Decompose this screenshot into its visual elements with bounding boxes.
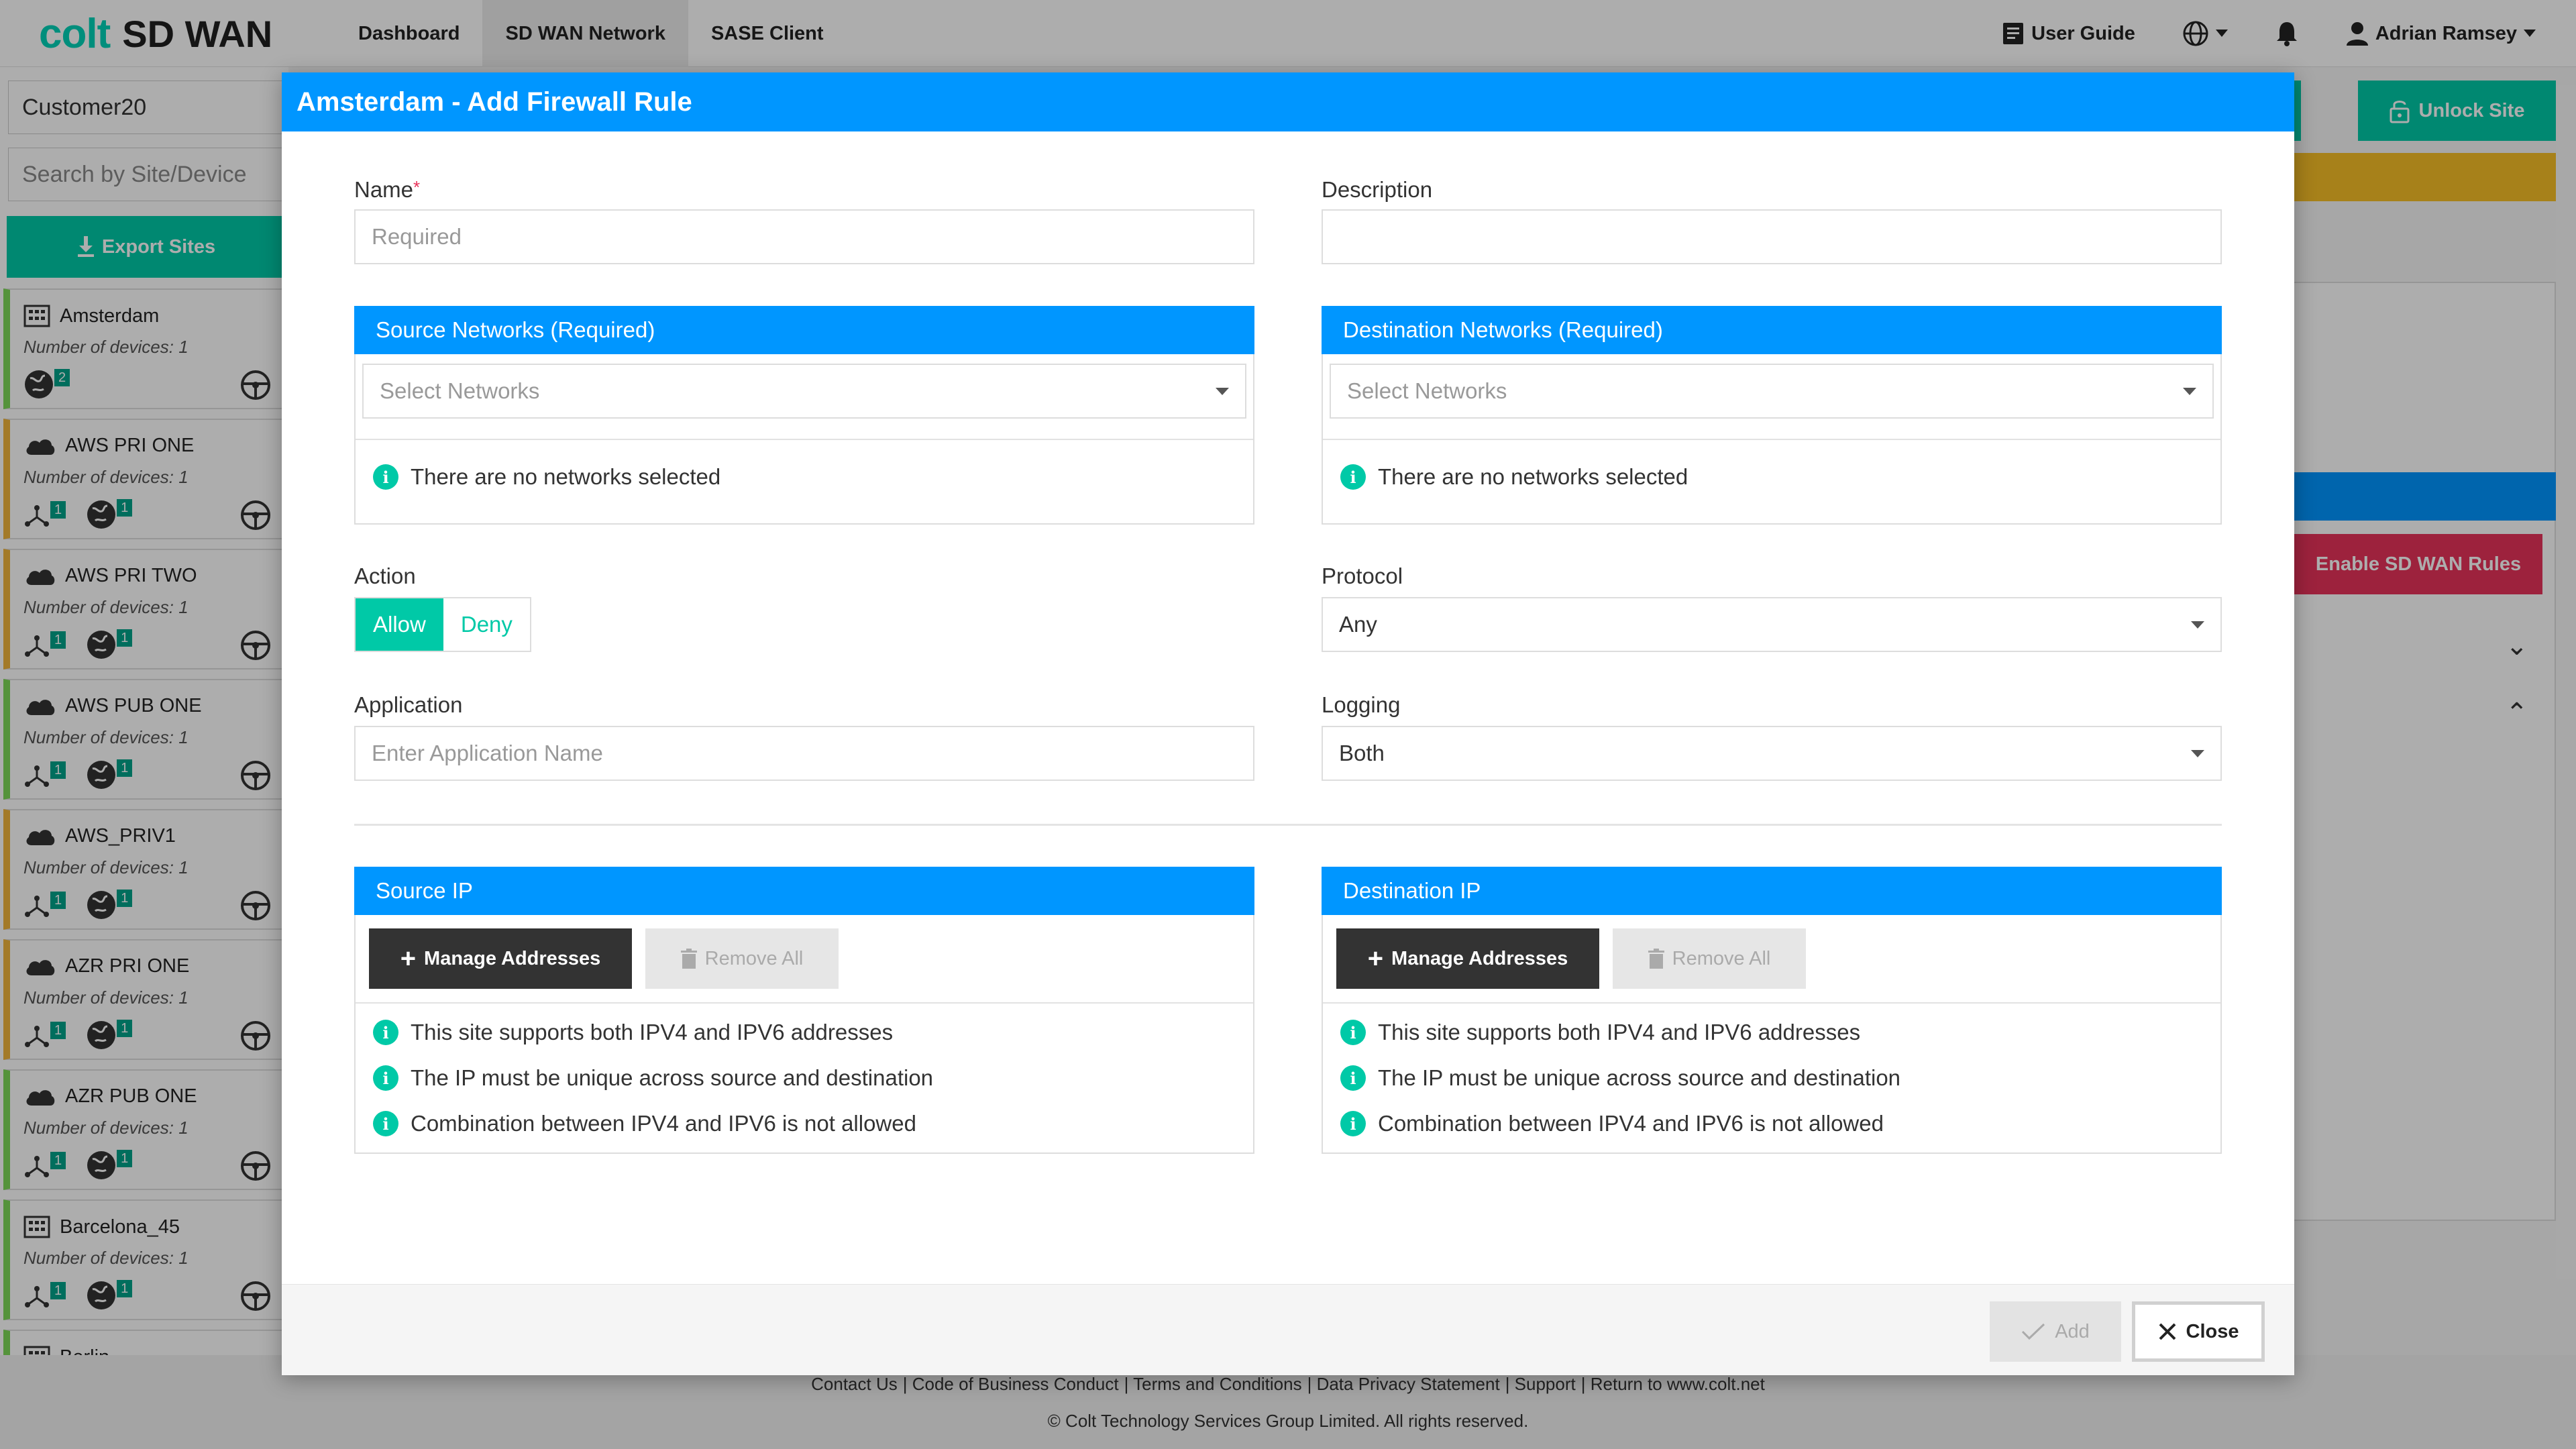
chevron-down-icon — [2191, 621, 2204, 629]
info-icon: i — [1340, 1020, 1366, 1045]
source-manage-addresses-button[interactable]: + Manage Addresses — [369, 928, 632, 989]
name-input[interactable]: Required — [354, 209, 1254, 264]
source-remove-all-label: Remove All — [704, 947, 804, 969]
info-icon: i — [373, 1020, 398, 1045]
source-ip-note: i The IP must be unique across source an… — [373, 1065, 933, 1091]
source-networks-empty-message: i There are no networks selected — [373, 464, 720, 490]
section-divider — [354, 824, 2222, 826]
trash-icon — [680, 949, 697, 969]
source-ip-note-text: The IP must be unique across source and … — [411, 1065, 934, 1090]
source-ip-note-text: Combination between IPV4 and IPV6 is not… — [411, 1111, 916, 1136]
destination-networks-empty-text: There are no networks selected — [1378, 464, 1688, 489]
dialog-title: Amsterdam - Add Firewall Rule — [282, 72, 2294, 131]
destination-ip-note-text: The IP must be unique across source and … — [1378, 1065, 1901, 1090]
destination-ip-note-text: This site supports both IPV4 and IPV6 ad… — [1378, 1020, 1861, 1044]
source-networks-panel: Source Networks (Required) Select Networ… — [354, 306, 1254, 525]
description-input[interactable] — [1322, 209, 2222, 264]
source-networks-select-value: Select Networks — [380, 378, 540, 403]
destination-networks-select-value: Select Networks — [1347, 378, 1507, 403]
destination-remove-all-label: Remove All — [1672, 947, 1771, 969]
application-input[interactable]: Enter Application Name — [354, 726, 1254, 781]
destination-ip-header: Destination IP — [1322, 867, 2222, 915]
divider — [1323, 1002, 2220, 1004]
logging-select-value: Both — [1339, 741, 1385, 765]
divider — [1323, 439, 2220, 440]
source-manage-addresses-label: Manage Addresses — [424, 947, 601, 969]
source-ip-panel: Source IP + Manage Addresses Remove All … — [354, 867, 1254, 1154]
action-deny-button[interactable]: Deny — [443, 598, 530, 651]
destination-remove-all-button[interactable]: Remove All — [1613, 928, 1806, 989]
add-button-label: Add — [2055, 1320, 2090, 1342]
destination-manage-addresses-label: Manage Addresses — [1391, 947, 1568, 969]
close-button[interactable]: Close — [2132, 1301, 2265, 1362]
logging-select[interactable]: Both — [1322, 726, 2222, 781]
add-firewall-rule-dialog: Amsterdam - Add Firewall Rule Name* Requ… — [282, 72, 2294, 1375]
check-icon — [2022, 1323, 2045, 1340]
source-ip-note: i Combination between IPV4 and IPV6 is n… — [373, 1111, 916, 1136]
action-label: Action — [354, 564, 416, 588]
source-ip-note: i This site supports both IPV4 and IPV6 … — [373, 1020, 893, 1045]
destination-ip-panel: Destination IP + Manage Addresses Remove… — [1322, 867, 2222, 1154]
chevron-down-icon — [2183, 387, 2196, 395]
divider — [356, 1002, 1253, 1004]
source-ip-note-text: This site supports both IPV4 and IPV6 ad… — [411, 1020, 894, 1044]
destination-networks-empty-message: i There are no networks selected — [1340, 464, 1688, 490]
destination-ip-note: i The IP must be unique across source an… — [1340, 1065, 1900, 1091]
destination-ip-note: i Combination between IPV4 and IPV6 is n… — [1340, 1111, 1884, 1136]
source-networks-header: Source Networks (Required) — [354, 306, 1254, 354]
info-icon: i — [373, 464, 398, 490]
destination-manage-addresses-button[interactable]: + Manage Addresses — [1336, 928, 1599, 989]
name-label-text: Name — [354, 177, 414, 202]
info-icon: i — [1340, 464, 1366, 490]
chevron-down-icon — [1216, 387, 1229, 395]
description-label: Description — [1322, 177, 1433, 202]
required-mark: * — [413, 177, 421, 197]
trash-icon — [1648, 949, 1664, 969]
source-networks-empty-text: There are no networks selected — [411, 464, 721, 489]
divider — [356, 439, 1253, 440]
plus-icon: + — [400, 944, 417, 973]
plus-icon: + — [1367, 944, 1384, 973]
protocol-label: Protocol — [1322, 564, 1403, 588]
action-toggle: Allow Deny — [354, 597, 531, 652]
application-label: Application — [354, 692, 463, 717]
info-icon: i — [373, 1111, 398, 1136]
source-ip-header: Source IP — [354, 867, 1254, 915]
destination-networks-header: Destination Networks (Required) — [1322, 306, 2222, 354]
destination-networks-select[interactable]: Select Networks — [1330, 364, 2214, 419]
info-icon: i — [1340, 1065, 1366, 1091]
source-remove-all-button[interactable]: Remove All — [645, 928, 839, 989]
protocol-select[interactable]: Any — [1322, 597, 2222, 652]
destination-ip-note: i This site supports both IPV4 and IPV6 … — [1340, 1020, 1860, 1045]
name-label: Name* — [354, 177, 420, 203]
destination-networks-panel: Destination Networks (Required) Select N… — [1322, 306, 2222, 525]
source-networks-select[interactable]: Select Networks — [362, 364, 1246, 419]
add-button[interactable]: Add — [1990, 1301, 2121, 1362]
action-allow-button[interactable]: Allow — [356, 598, 443, 651]
destination-ip-note-text: Combination between IPV4 and IPV6 is not… — [1378, 1111, 1884, 1136]
info-icon: i — [1340, 1111, 1366, 1136]
chevron-down-icon — [2191, 749, 2204, 757]
close-button-label: Close — [2186, 1320, 2239, 1342]
info-icon: i — [373, 1065, 398, 1091]
logging-label: Logging — [1322, 692, 1401, 717]
protocol-select-value: Any — [1339, 612, 1377, 637]
close-icon — [2159, 1323, 2176, 1340]
